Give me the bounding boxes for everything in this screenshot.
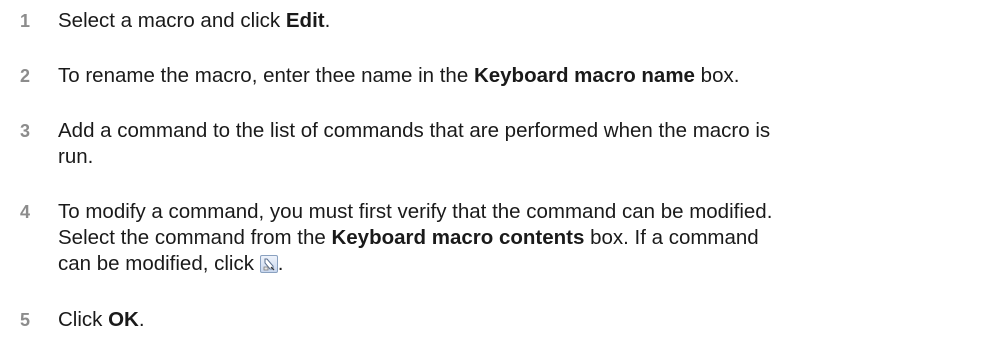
edit-ui-label: Edit bbox=[285, 9, 325, 32]
keyboard-macro-contents-ui-label: Keyboard macro contents bbox=[331, 226, 585, 249]
step-number: 1 bbox=[20, 11, 31, 31]
step-number: 2 bbox=[20, 66, 31, 86]
step-text: Click OK. bbox=[58, 308, 145, 331]
ok-ui-label: OK bbox=[108, 308, 139, 331]
step-number: 4 bbox=[20, 202, 31, 222]
edit-command-icon bbox=[259, 255, 278, 273]
procedure-steps: 1 Select a macro and click Edit. 2 To re… bbox=[0, 0, 986, 351]
step-text: Select a macro and click Edit. bbox=[58, 9, 331, 32]
keyboard-macro-name-ui-label: Keyboard macro name bbox=[473, 64, 695, 87]
step-text: Add a command to the list of commands th… bbox=[58, 119, 771, 168]
step-text: To rename the macro, enter thee name in … bbox=[58, 64, 740, 87]
step-number: 5 bbox=[20, 310, 31, 330]
step-number: 3 bbox=[20, 121, 31, 141]
step-text: To modify a command, you must first veri… bbox=[58, 200, 773, 275]
